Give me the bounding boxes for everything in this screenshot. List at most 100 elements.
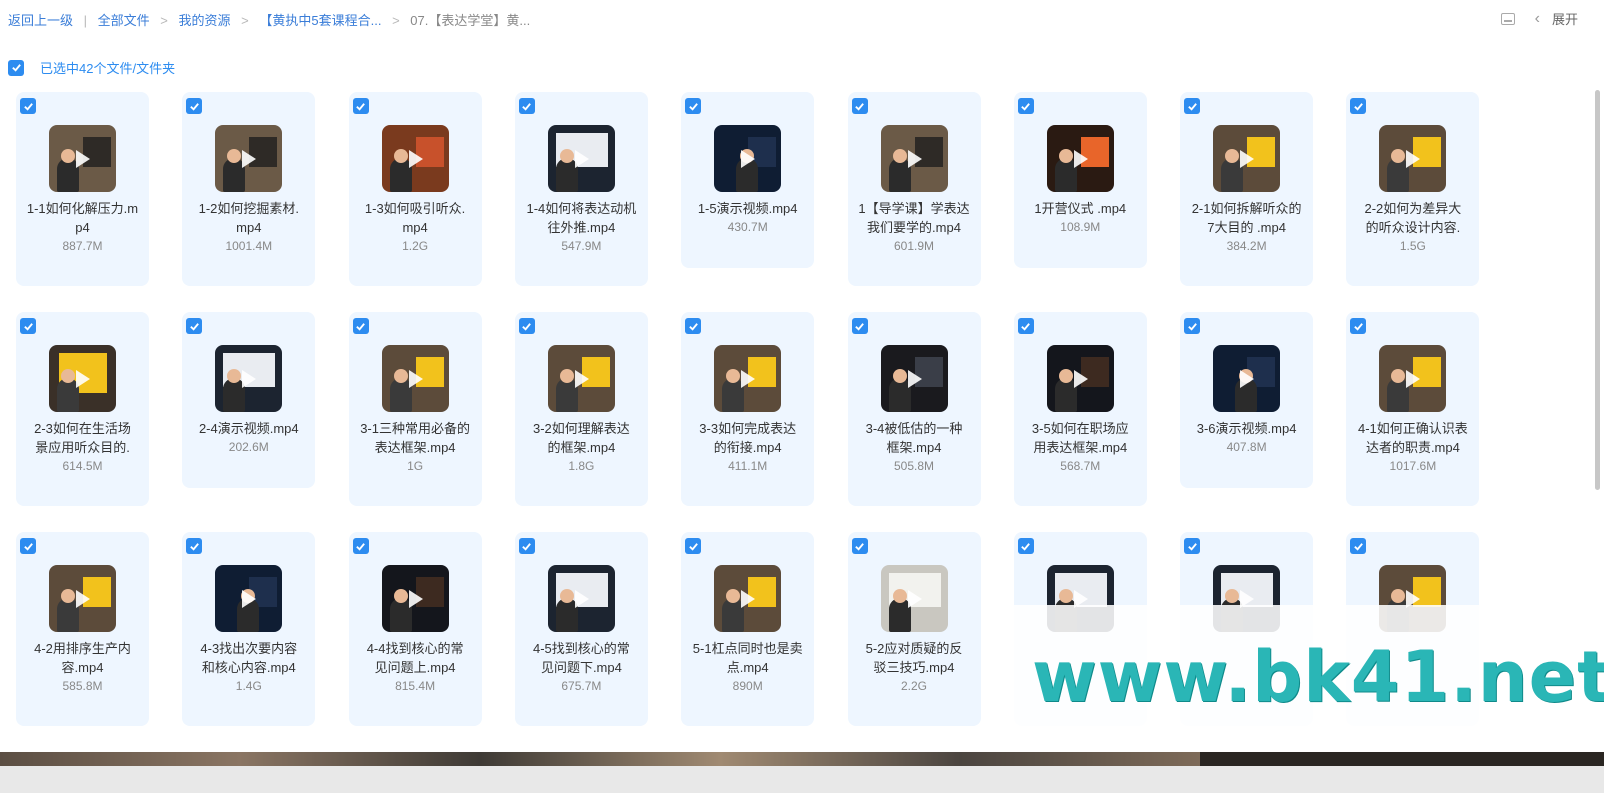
file-checkbox[interactable] [352, 538, 369, 554]
back-link[interactable]: 返回上一级 [8, 13, 73, 28]
file-checkbox[interactable] [20, 318, 36, 334]
file-card[interactable]: 1-5演示视频.mp4 430.7M [681, 92, 815, 268]
chevron-left-icon[interactable]: ‹ [1535, 10, 1540, 28]
file-card[interactable]: 2-1如何拆解听众的 7大目的 .mp4 384.2M [1180, 92, 1314, 286]
file-card[interactable]: 4-1如何正确认识表 达者的职责.mp4 1017.6M [1346, 312, 1480, 506]
file-checkbox[interactable] [518, 98, 535, 114]
file-card[interactable]: 4-5找到核心的常 见问题下.mp4 675.7M [514, 532, 648, 726]
file-name-line: 表达框架.mp4 [374, 440, 456, 455]
video-thumbnail [381, 565, 449, 632]
file-card[interactable]: 4-4找到核心的常 见问题上.mp4 815.4M [348, 532, 482, 726]
file-name-line: 4-5找到核心的常 [532, 641, 630, 656]
video-thumbnail [880, 125, 948, 192]
file-checkbox[interactable] [685, 98, 702, 114]
breadcrumb-current-folder: 07.【表达学堂】黄... [410, 13, 531, 28]
play-icon [1240, 370, 1255, 388]
file-checkbox[interactable] [1017, 318, 1034, 334]
breadcrumb-separator: | [83, 13, 88, 28]
file-name-line: 达者的职责.mp4 [1365, 440, 1460, 455]
file-checkbox[interactable] [1017, 538, 1034, 554]
file-size: 1.5G [1399, 239, 1426, 253]
expand-button[interactable]: 展开 [1552, 9, 1578, 28]
file-card[interactable]: 3-3如何完成表达 的衔接.mp4 411.1M [681, 312, 815, 506]
file-checkbox[interactable] [1350, 98, 1367, 114]
breadcrumb-course-folder[interactable]: 【黄执中5套课程合... [259, 13, 381, 28]
file-card[interactable]: 1-2如何挖掘素材. mp4 1001.4M [182, 92, 316, 286]
scrollbar[interactable] [1595, 90, 1600, 490]
file-checkbox[interactable] [1184, 98, 1201, 114]
file-checkbox[interactable] [20, 538, 36, 554]
file-card[interactable]: 2-2如何为差异大 的听众设计内容. 1.5G [1346, 92, 1480, 286]
file-name-line: 2-3如何在生活场 [34, 421, 131, 436]
breadcrumb-my-resources[interactable]: 我的资源 [179, 13, 231, 28]
file-card[interactable]: 3-6演示视频.mp4 407.8M [1180, 312, 1314, 488]
play-icon [741, 590, 756, 608]
file-name-line: 3-3如何完成表达 [699, 421, 797, 436]
file-card[interactable]: 1-4如何将表达动机 往外推.mp4 547.9M [514, 92, 648, 286]
file-name-line: 4-4找到核心的常 [366, 641, 464, 656]
list-view-icon[interactable] [1500, 12, 1515, 25]
file-card[interactable]: 2-4演示视频.mp4 202.6M [182, 312, 316, 488]
file-checkbox[interactable] [352, 98, 369, 114]
file-card[interactable]: 1-1如何化解压力.m p4 887.7M [16, 92, 149, 286]
play-icon [76, 590, 90, 608]
file-checkbox[interactable] [1017, 98, 1034, 114]
file-checkbox[interactable] [1184, 538, 1201, 554]
file-checkbox[interactable] [518, 318, 535, 334]
file-name: 1-2如何挖掘素材. mp4 [188, 199, 309, 237]
file-name: 4-2用排序生产内 容.mp4 [22, 639, 143, 677]
file-name-line: 2-1如何拆解听众的 [1191, 201, 1302, 216]
selection-count: 已选中42个文件/文件夹 [40, 61, 176, 76]
file-card[interactable]: 3-4被低估的一种 框架.mp4 505.8M [847, 312, 981, 506]
file-card[interactable]: 5-1杠点同时也是卖 点.mp4 890M [681, 532, 815, 726]
play-icon [76, 150, 90, 168]
video-thumbnail [1046, 125, 1114, 192]
file-card[interactable]: 1开营仪式 .mp4 108.9M [1013, 92, 1147, 268]
file-checkbox[interactable] [851, 318, 868, 334]
play-icon [242, 370, 257, 388]
file-checkbox[interactable] [1350, 538, 1367, 554]
file-size: 407.8M [1226, 440, 1267, 454]
file-checkbox[interactable] [518, 538, 535, 554]
file-card[interactable]: 1【导学课】学表达 我们要学的.mp4 601.9M [847, 92, 981, 286]
file-checkbox[interactable] [186, 318, 203, 334]
file-size: 815.4M [395, 679, 436, 693]
file-name-line: 和核心内容.mp4 [201, 660, 296, 675]
file-checkbox[interactable] [1184, 318, 1201, 334]
file-checkbox[interactable] [186, 538, 203, 554]
file-card[interactable]: 1-3如何吸引听众. mp4 1.2G [348, 92, 482, 286]
file-checkbox[interactable] [352, 318, 369, 334]
play-icon [76, 370, 90, 388]
video-thumbnail [714, 565, 782, 632]
file-card[interactable]: 2-3如何在生活场 景应用听众目的. 614.5M [16, 312, 149, 506]
file-card[interactable]: 3-1三种常用必备的 表达框架.mp4 1G [348, 312, 482, 506]
file-name: 5-2应对质疑的反 驳三技巧.mp4 [854, 639, 975, 677]
video-thumbnail [1213, 345, 1281, 412]
file-card[interactable]: 4-3找出次要内容 和核心内容.mp4 1.4G [182, 532, 316, 726]
select-all-checkbox[interactable] [8, 59, 24, 76]
file-card[interactable]: 4-2用排序生产内 容.mp4 585.8M [16, 532, 149, 726]
file-name-line: 3-1三种常用必备的 [360, 421, 470, 436]
file-size: 1G [407, 459, 424, 473]
file-size: 411.1M [728, 459, 768, 473]
watermark-text: www.bk41.net [1032, 636, 1604, 718]
file-name-line: 4-3找出次要内容 [200, 641, 298, 656]
file-name: 1【导学课】学表达 我们要学的.mp4 [854, 199, 975, 237]
file-card[interactable]: 3-5如何在职场应 用表达框架.mp4 568.7M [1013, 312, 1147, 506]
file-checkbox[interactable] [1350, 318, 1367, 334]
file-checkbox[interactable] [685, 318, 702, 334]
file-size: 1.2G [402, 239, 429, 253]
file-card[interactable]: 3-2如何理解表达 的框架.mp4 1.8G [514, 312, 648, 506]
video-thumbnail [547, 565, 615, 632]
file-size: 568.7M [1060, 459, 1101, 473]
video-thumbnail [381, 125, 449, 192]
file-card[interactable]: 5-2应对质疑的反 驳三技巧.mp4 2.2G [847, 532, 981, 726]
file-checkbox[interactable] [851, 538, 868, 554]
breadcrumb-all-files[interactable]: 全部文件 [98, 13, 150, 28]
file-checkbox[interactable] [186, 98, 203, 114]
file-name: 1开营仪式 .mp4 [1020, 199, 1141, 218]
file-name-line: 2-4演示视频.mp4 [198, 421, 299, 436]
file-checkbox[interactable] [20, 98, 36, 114]
file-checkbox[interactable] [851, 98, 868, 114]
file-checkbox[interactable] [685, 538, 702, 554]
